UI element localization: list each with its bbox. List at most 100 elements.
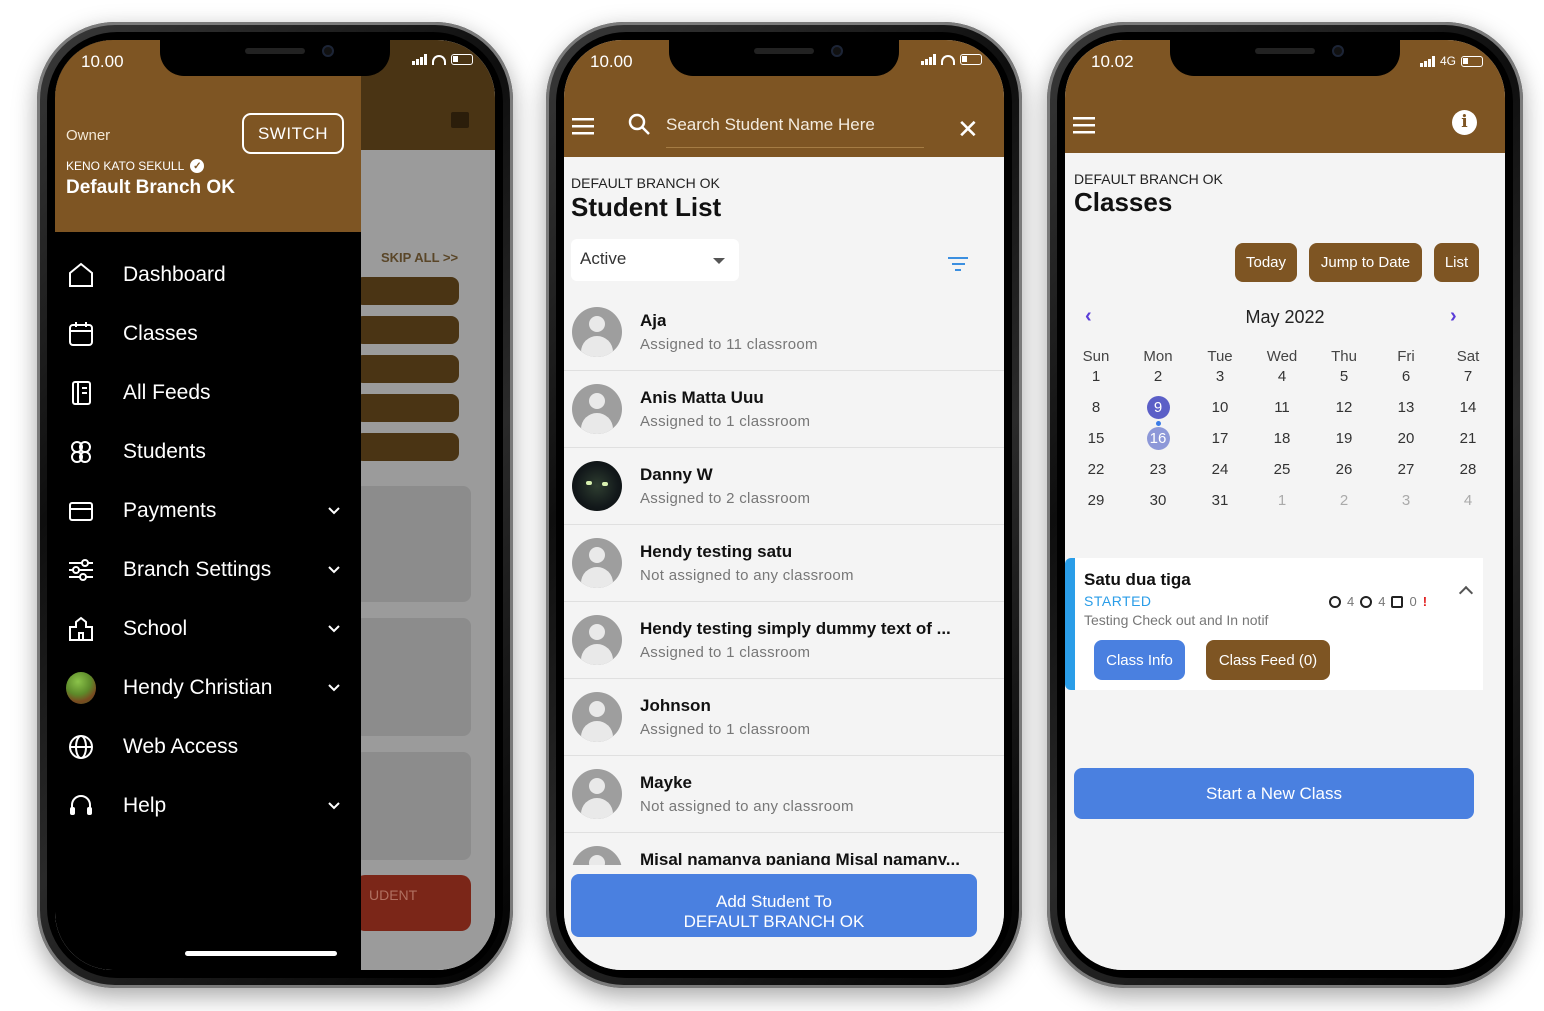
calendar-day[interactable]: 30 [1127, 492, 1189, 523]
calendar-day[interactable]: 13 [1375, 399, 1437, 430]
student-name: Hendy testing simply dummy text of ... [640, 619, 951, 638]
calendar-day[interactable]: 22 [1065, 461, 1127, 492]
calendar-day[interactable]: 25 [1251, 461, 1313, 492]
calendar-day[interactable]: 7 [1437, 368, 1499, 399]
list-item[interactable]: Mayke Not assigned to any classroom [564, 756, 1004, 833]
notebook-icon [66, 378, 96, 408]
list-item[interactable]: Hendy testing satu Not assigned to any c… [564, 525, 1004, 602]
menu-icon[interactable] [1073, 116, 1095, 134]
background-pill [355, 316, 459, 344]
menu-item-payments[interactable]: Payments [55, 481, 361, 540]
alert-icon: ! [1422, 594, 1428, 609]
weekday-label: Wed [1266, 348, 1298, 365]
menu-item-label: Help [123, 793, 167, 817]
calendar-day[interactable]: 2 [1127, 368, 1189, 399]
list-item[interactable]: Hendy testing simply dummy text of ... A… [564, 602, 1004, 679]
menu-item-label: Dashboard [123, 262, 226, 286]
calendar-day[interactable]: 1 [1065, 368, 1127, 399]
student-assignment: Assigned to 11 classroom [640, 336, 818, 353]
chevron-down-icon [328, 565, 340, 573]
weekday-label: Sat [1456, 348, 1480, 365]
calendar-day[interactable]: 10 [1189, 399, 1251, 430]
menu-item-branch-settings[interactable]: Branch Settings [55, 540, 361, 599]
calendar-day[interactable]: 6 [1375, 368, 1437, 399]
calendar-day-outside[interactable]: 1 [1251, 492, 1313, 523]
menu-item-school[interactable]: School [55, 599, 361, 658]
note-icon [1391, 595, 1404, 608]
calendar-day[interactable]: 29 [1065, 492, 1127, 523]
close-icon[interactable]: ✕ [957, 114, 979, 145]
calendar-day[interactable]: 21 [1437, 430, 1499, 461]
calendar-day[interactable]: 4 [1251, 368, 1313, 399]
calendar-day[interactable]: 8 [1065, 399, 1127, 430]
calendar-day[interactable]: 15 [1065, 430, 1127, 461]
calendar-day[interactable]: 31 [1189, 492, 1251, 523]
calendar-day[interactable]: 18 [1251, 430, 1313, 461]
class-card[interactable]: Satu dua tiga STARTED Testing Check out … [1065, 558, 1483, 690]
weekday-label: Sun [1082, 348, 1110, 365]
class-feed-button[interactable]: Class Feed (0) [1206, 640, 1330, 680]
calendar-day[interactable]: 20 [1375, 430, 1437, 461]
avatar [572, 538, 622, 588]
calendar-day[interactable]: 3 [1189, 368, 1251, 399]
battery-icon [960, 54, 982, 65]
start-new-class-button[interactable]: Start a New Class [1074, 768, 1474, 819]
calendar-day[interactable]: 14 [1437, 399, 1499, 430]
calendar-day-selected[interactable]: 9 [1127, 396, 1189, 430]
branch-label: DEFAULT BRANCH OK [571, 175, 720, 191]
calendar-day-outside[interactable]: 3 [1375, 492, 1437, 523]
calendar-day-today[interactable]: 16 [1127, 427, 1189, 461]
battery-icon [451, 54, 473, 65]
calendar-day-outside[interactable]: 2 [1313, 492, 1375, 523]
branch-label: DEFAULT BRANCH OK [1074, 171, 1223, 187]
calendar-day[interactable]: 24 [1189, 461, 1251, 492]
menu-icon[interactable] [572, 117, 594, 135]
calendar-day[interactable]: 5 [1313, 368, 1375, 399]
class-info-button[interactable]: Class Info [1094, 640, 1185, 680]
status-filter-select[interactable]: Active [571, 239, 739, 281]
chevron-up-icon[interactable] [1458, 585, 1474, 601]
menu-item-profile[interactable]: Hendy Christian [55, 658, 361, 717]
calendar-day-outside[interactable]: 4 [1437, 492, 1499, 523]
avatar-photo [572, 461, 622, 511]
calendar-day[interactable]: 23 [1127, 461, 1189, 492]
menu-item-classes[interactable]: Classes [55, 304, 361, 363]
weekday-label: Tue [1207, 348, 1233, 365]
student-list-screen: 10.00 Search Student Name Here ✕ DEFAULT… [564, 40, 1004, 970]
calendar-day[interactable]: 26 [1313, 461, 1375, 492]
student-name: Mayke [640, 773, 692, 792]
calendar-day[interactable]: 27 [1375, 461, 1437, 492]
list-item[interactable]: Aja Assigned to 11 classroom [564, 294, 1004, 371]
search-icon[interactable] [627, 112, 651, 136]
calendar-day[interactable]: 19 [1313, 430, 1375, 461]
add-student-button[interactable]: Add Student To DEFAULT BRANCH OK [571, 874, 977, 937]
list-item[interactable]: Misal namanya panjang Misal namany... [564, 833, 1004, 865]
list-item[interactable]: Anis Matta Uuu Assigned to 1 classroom [564, 371, 1004, 448]
chevron-down-icon [328, 801, 340, 809]
menu-item-students[interactable]: Students [55, 422, 361, 481]
calendar-day[interactable]: 11 [1251, 399, 1313, 430]
menu-item-dashboard[interactable]: Dashboard [55, 245, 361, 304]
menu-item-help[interactable]: Help [55, 776, 361, 835]
switch-button[interactable]: SWITCH [242, 113, 344, 154]
chevron-right-icon[interactable]: › [1450, 305, 1457, 328]
list-item[interactable]: Johnson Assigned to 1 classroom [564, 679, 1004, 756]
today-button[interactable]: Today [1235, 243, 1297, 282]
filter-icon[interactable] [948, 257, 968, 275]
calendar-day[interactable]: 17 [1189, 430, 1251, 461]
calendar-day[interactable]: 28 [1437, 461, 1499, 492]
jump-to-date-button[interactable]: Jump to Date [1309, 243, 1422, 282]
class-status: STARTED [1084, 593, 1152, 609]
info-icon[interactable]: i [1452, 110, 1477, 135]
avatar [572, 769, 622, 819]
avatar [572, 846, 622, 865]
home-icon [66, 260, 96, 290]
search-input[interactable]: Search Student Name Here [666, 112, 924, 148]
list-item[interactable]: Danny W Assigned to 2 classroom [564, 448, 1004, 525]
weekday-label: Thu [1331, 348, 1357, 365]
phone-classes: 10.02 4G i DEFAULT BRANCH OK Classes Tod… [1047, 22, 1523, 988]
menu-item-all-feeds[interactable]: All Feeds [55, 363, 361, 422]
calendar-day[interactable]: 12 [1313, 399, 1375, 430]
menu-item-web-access[interactable]: Web Access [55, 717, 361, 776]
list-view-button[interactable]: List [1434, 243, 1479, 282]
